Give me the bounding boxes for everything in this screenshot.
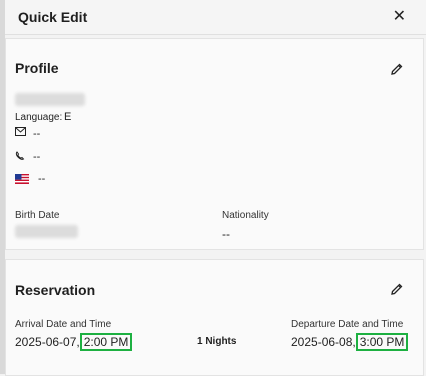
- dialog-title: Quick Edit: [18, 9, 88, 25]
- departure-time: 3:00 PM: [355, 333, 409, 351]
- nationality-value: --: [222, 227, 230, 241]
- us-flag-icon: [15, 174, 29, 184]
- email-value: --: [33, 128, 41, 140]
- nationality-label: Nationality: [222, 210, 269, 221]
- language-label: Language:: [15, 112, 63, 123]
- profile-card: Profile Language: E -- -- -- Birth Date …: [5, 38, 424, 250]
- arrival-label: Arrival Date and Time: [15, 319, 112, 330]
- phone-icon: [15, 151, 25, 160]
- pencil-icon[interactable]: [390, 282, 404, 296]
- redacted-guest-name: [15, 93, 85, 106]
- arrival-date: 2025-06-07,: [15, 335, 80, 349]
- profile-title: Profile: [15, 60, 59, 76]
- departure-datetime: 2025-06-08, 3:00 PM: [291, 333, 409, 351]
- reservation-title: Reservation: [15, 282, 96, 298]
- nights-count: 1 Nights: [197, 336, 237, 347]
- birth-date-label: Birth Date: [15, 210, 60, 221]
- pencil-icon[interactable]: [390, 62, 404, 76]
- dialog-header: Quick Edit ✕: [5, 0, 426, 35]
- country-value: --: [38, 173, 46, 185]
- close-icon[interactable]: ✕: [393, 6, 406, 26]
- language-value: E: [64, 111, 72, 123]
- reservation-card: Reservation Arrival Date and Time 2025-0…: [5, 259, 424, 376]
- arrival-time: 2:00 PM: [79, 333, 133, 351]
- arrival-datetime: 2025-06-07, 2:00 PM: [15, 333, 133, 351]
- departure-date: 2025-06-08,: [291, 335, 356, 349]
- email-icon: [15, 127, 26, 136]
- redacted-birth-date: [15, 225, 78, 238]
- phone-value: --: [33, 151, 41, 163]
- departure-label: Departure Date and Time: [291, 319, 404, 330]
